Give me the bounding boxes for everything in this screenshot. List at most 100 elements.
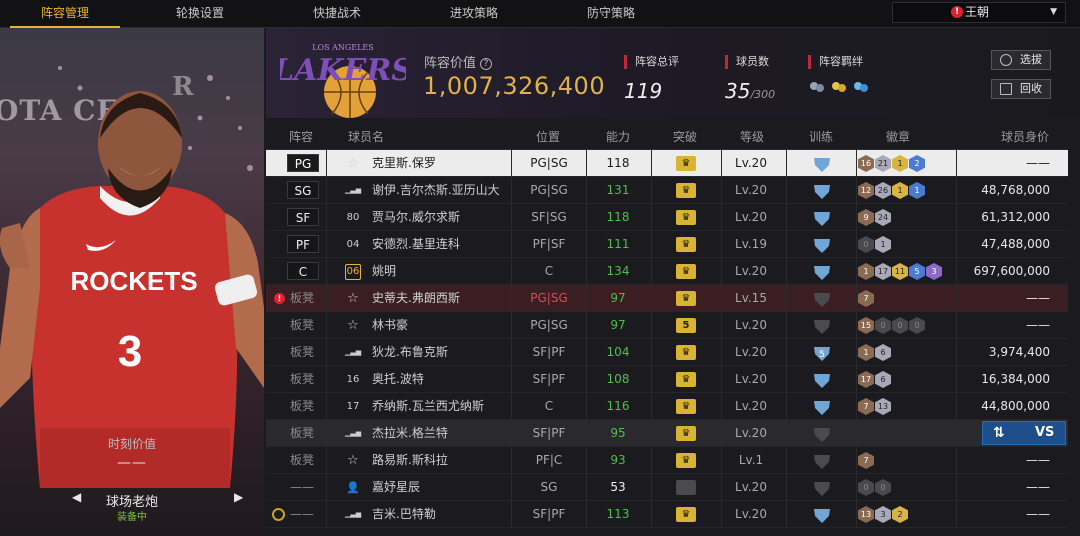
training-shield-icon[interactable]: [812, 453, 832, 469]
badge-icon[interactable]: 3: [875, 506, 891, 523]
badge-icon[interactable]: 7: [858, 290, 874, 307]
breakthrough-crown-icon[interactable]: ♛: [676, 156, 696, 171]
tab-offense-strategy[interactable]: 进攻策略: [409, 0, 539, 28]
badge-icon[interactable]: 24: [875, 209, 891, 226]
bond-icon-3[interactable]: [852, 79, 870, 97]
compare-vs-button[interactable]: ⇅ VS: [982, 421, 1066, 445]
card-next-arrow-icon[interactable]: ▶: [234, 490, 243, 504]
badge-icon[interactable]: 0: [875, 479, 891, 496]
column-divider: [511, 366, 512, 393]
training-shield-icon[interactable]: 5: [812, 345, 832, 361]
column-divider: [856, 339, 857, 366]
training-shield-icon[interactable]: [812, 183, 832, 199]
column-divider: [786, 285, 787, 312]
badge-icon[interactable]: 1: [875, 236, 891, 253]
badge-icon[interactable]: 26: [875, 182, 891, 199]
badge-icon[interactable]: 6: [875, 371, 891, 388]
player-card[interactable]: OTA CE R ROCKETS 3 时刻价值 —— ◀ 球场老炮 ▶ 装备中: [0, 28, 264, 536]
breakthrough-crown-icon[interactable]: ♛: [676, 507, 696, 522]
table-row[interactable]: C 06 姚明 C 134 ♛ Lv.20 1 17 11 5 3 697,600,000: [266, 258, 1068, 285]
column-divider: [326, 474, 327, 501]
player-salary: ——: [1026, 318, 1050, 332]
training-shield-icon[interactable]: [812, 399, 832, 415]
table-row[interactable]: 板凳 ▁▃▅ 狄龙.布鲁克斯 SF|PF 104 ♛ Lv.20 5 1 6 3,974,400: [266, 339, 1068, 366]
breakthrough-crown-icon[interactable]: ♛: [676, 291, 696, 306]
tab-rotation-settings[interactable]: 轮换设置: [135, 0, 265, 28]
table-row[interactable]: —— 👤 嘉妤星辰 SG 53 ♛ Lv.20 0 0 ——: [266, 474, 1068, 501]
training-shield-icon[interactable]: [812, 237, 832, 253]
breakthrough-crown-icon[interactable]: ♛: [676, 345, 696, 360]
table-row[interactable]: 板凳 ☆ 林书豪 PG|SG 97 5 Lv.20 15 0 0 0 ——: [266, 312, 1068, 339]
badge-icon[interactable]: 13: [858, 506, 874, 523]
table-row[interactable]: 板凳 16 奥托.波特 SF|PF 108 ♛ Lv.20 17 6 16,384,000: [266, 366, 1068, 393]
training-shield-icon[interactable]: [812, 507, 832, 523]
badge-icon[interactable]: 16: [858, 155, 874, 172]
training-shield-icon[interactable]: [812, 426, 832, 442]
table-row[interactable]: SF 80 贾马尔.威尔求斯 SF|SG 118 ♛ Lv.20 9 24 61,312,000: [266, 204, 1068, 231]
breakthrough-crown-icon[interactable]: ♛: [676, 480, 696, 495]
lineup-slot: 板凳: [289, 426, 314, 440]
table-row[interactable]: 板凳 ☆ 路易斯.斯科拉 PF|C 93 ♛ Lv.1 7 ——: [266, 447, 1068, 474]
table-row[interactable]: 板凳 17 乔纳斯.瓦兰西尤纳斯 C 116 ♛ Lv.20 7 13 44,800,000: [266, 393, 1068, 420]
badge-icon[interactable]: 0: [875, 317, 891, 334]
breakthrough-crown-icon[interactable]: ♛: [676, 264, 696, 279]
training-shield-icon[interactable]: [812, 318, 832, 334]
tab-lineup-management[interactable]: 阵容管理: [0, 0, 130, 28]
table-row[interactable]: SG ▁▃▅ 谢伊.吉尔杰斯.亚历山大 PG|SG 131 ♛ Lv.20 12 26 1 1 48,…: [266, 177, 1068, 204]
player-position: SG: [540, 480, 558, 494]
help-icon[interactable]: ?: [480, 58, 493, 70]
breakthrough-crown-icon[interactable]: ♛: [676, 183, 696, 198]
table-row[interactable]: —— ▁▃▅ 吉米.巴特勒 SF|PF 113 ♛ Lv.20 13 3 2 ——: [266, 501, 1068, 528]
player-ability: 93: [610, 453, 626, 467]
badge-icon[interactable]: 11: [892, 263, 908, 280]
recycle-button[interactable]: 回收: [991, 79, 1051, 99]
training-shield-icon[interactable]: [812, 156, 832, 172]
bond-icon-2[interactable]: [830, 79, 848, 97]
badge-icon[interactable]: 9: [858, 209, 874, 226]
badge-icon[interactable]: 1: [892, 182, 908, 199]
tab-defense-strategy[interactable]: 防守策略: [546, 0, 676, 28]
breakthrough-crown-icon[interactable]: ♛: [676, 399, 696, 414]
badge-icon[interactable]: 7: [858, 398, 874, 415]
badge-icon[interactable]: 15: [858, 317, 874, 334]
player-name: 嘉妤星辰: [372, 480, 421, 494]
breakthrough-crown-icon[interactable]: ♛: [676, 372, 696, 387]
team-select-dropdown[interactable]: ! 王朝 ▼: [892, 2, 1066, 23]
badge-icon[interactable]: 1: [892, 155, 908, 172]
training-shield-icon[interactable]: [812, 372, 832, 388]
table-row[interactable]: 板凳 ▁▃▅ 杰拉米.格兰特 SF|PF 95 ♛ Lv.20 ⇅ VS: [266, 420, 1068, 447]
breakthrough-crown-icon[interactable]: ♛: [676, 453, 696, 468]
table-row[interactable]: PF 04 安德烈.基里连科 PF|SF 111 ♛ Lv.19 0 1 47,488,000: [266, 231, 1068, 258]
column-divider: [511, 231, 512, 258]
badge-icon[interactable]: 6: [875, 344, 891, 361]
training-shield-icon[interactable]: [812, 210, 832, 226]
breakthrough-crown-icon[interactable]: ♛: [676, 237, 696, 252]
bond-icon-1[interactable]: [808, 79, 826, 97]
badge-icon[interactable]: 12: [858, 182, 874, 199]
badge-icon[interactable]: 0: [858, 479, 874, 496]
table-row[interactable]: 板凳! ☆ 史蒂夫.弗朗西斯 PG|SG 97 ♛ Lv.15 7 ——: [266, 285, 1068, 312]
breakthrough-crown-icon[interactable]: ♛: [676, 426, 696, 441]
training-shield-icon[interactable]: [812, 480, 832, 496]
badge-icon[interactable]: 0: [892, 317, 908, 334]
badge-icon[interactable]: 21: [875, 155, 891, 172]
training-shield-icon[interactable]: [812, 264, 832, 280]
player-position: C: [544, 399, 554, 413]
training-shield-icon[interactable]: [812, 291, 832, 307]
breakthrough-crown-icon[interactable]: ♛: [676, 210, 696, 225]
badge-icon[interactable]: 17: [858, 371, 874, 388]
badge-icon[interactable]: 0: [858, 236, 874, 253]
badge-icon[interactable]: 1: [858, 344, 874, 361]
badge-icon[interactable]: 13: [875, 398, 891, 415]
breakthrough-crown-icon[interactable]: 5: [676, 318, 696, 333]
column-divider: [786, 501, 787, 528]
select-button[interactable]: 选拔: [991, 50, 1051, 70]
badge-icon[interactable]: 2: [892, 506, 908, 523]
badge-icon[interactable]: 7: [858, 452, 874, 469]
vs-label: VS: [1035, 425, 1055, 440]
badge-icon[interactable]: 17: [875, 263, 891, 280]
tab-quick-tactics[interactable]: 快捷战术: [272, 0, 402, 28]
table-row[interactable]: PG ☆ 克里斯.保罗 PG|SG 118 ♛ Lv.20 16 21 1 2 ——: [266, 150, 1068, 177]
badge-icon[interactable]: 1: [858, 263, 874, 280]
lineup-slot: 板凳: [289, 453, 314, 467]
